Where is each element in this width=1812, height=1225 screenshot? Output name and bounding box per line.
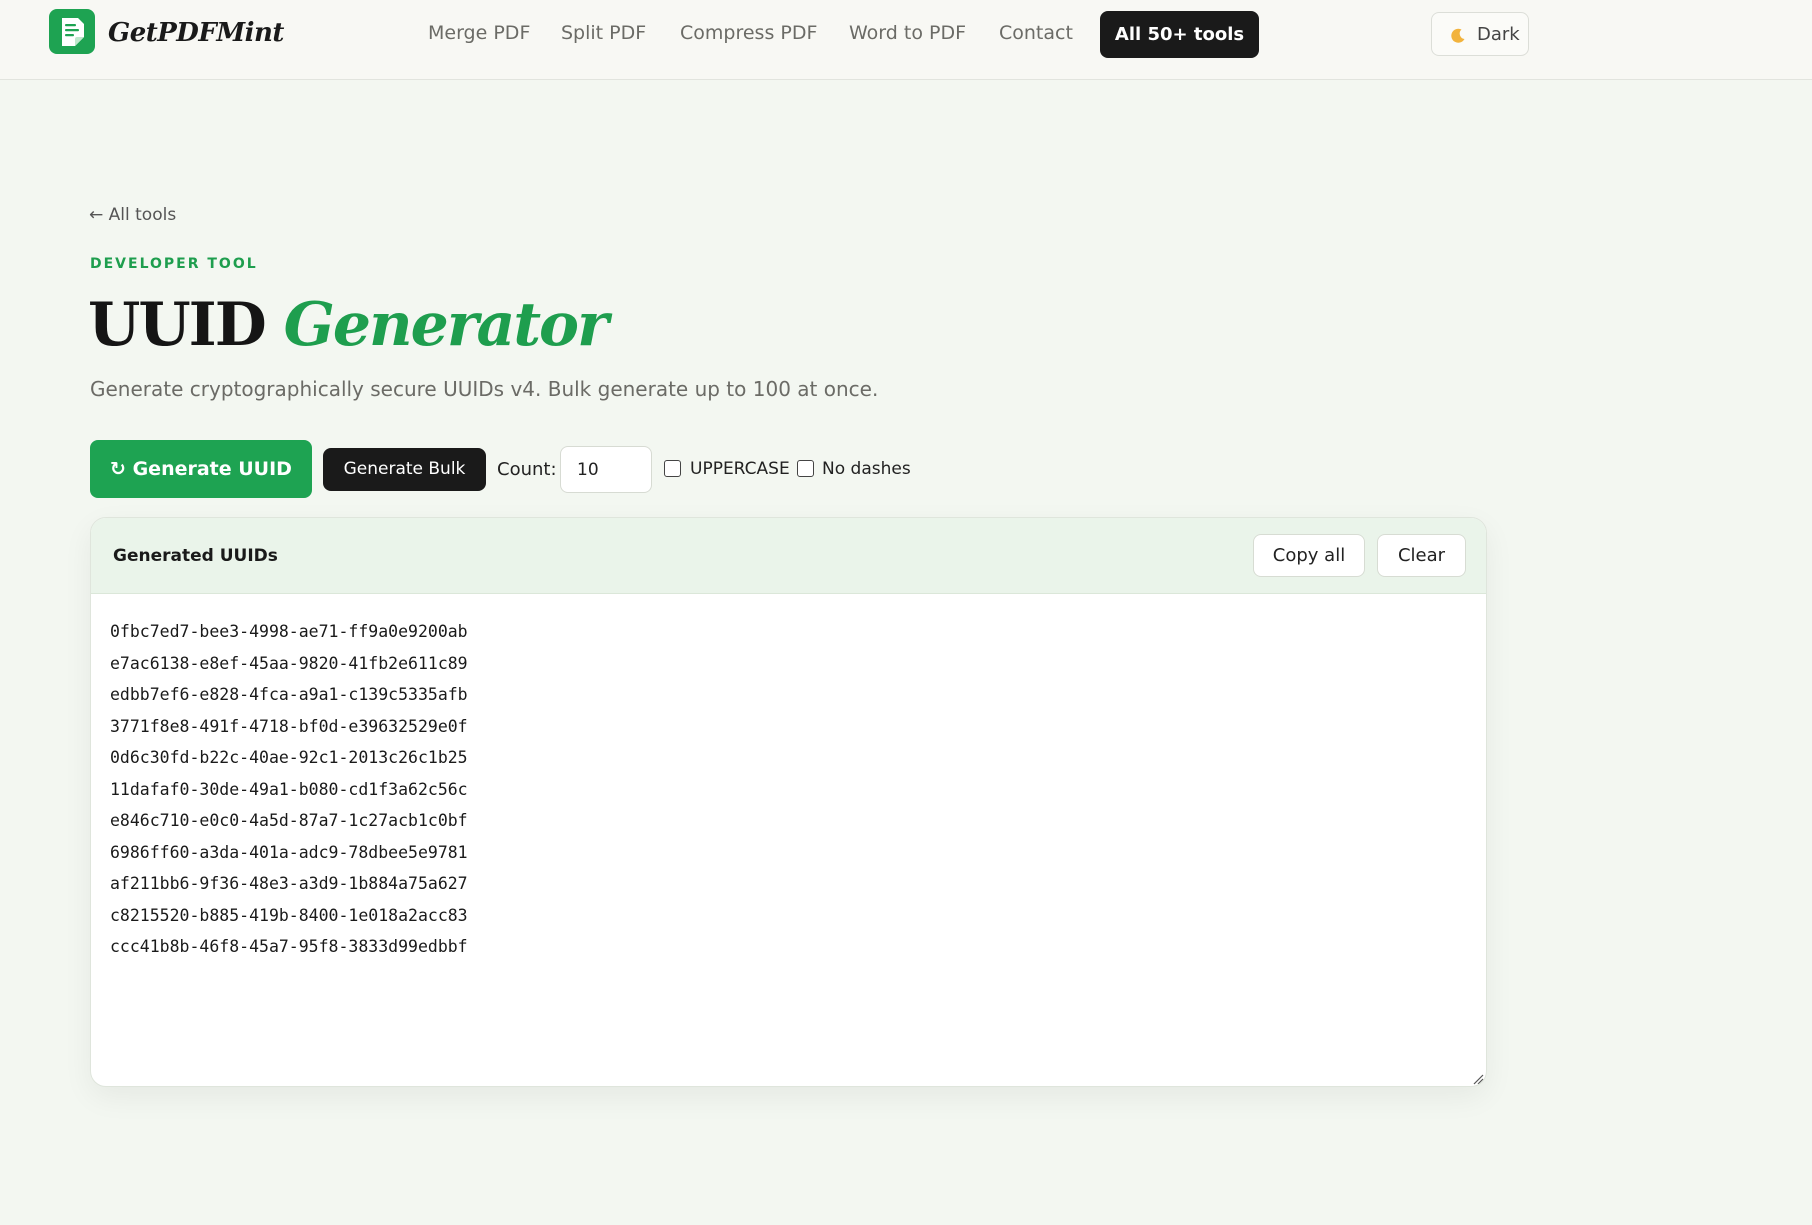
uuid-line: 0d6c30fd-b22c-40ae-92c1-2013c26c1b25 (110, 748, 468, 767)
no-dashes-label[interactable]: No dashes (822, 459, 911, 479)
uuid-line: 3771f8e8-491f-4718-bf0d-e39632529e0f (110, 716, 468, 736)
back-to-all-tools-link[interactable]: ← All tools (89, 205, 176, 225)
panel-title: Generated UUIDs (113, 546, 278, 566)
panel-header: Generated UUIDs Copy all Clear (91, 518, 1486, 594)
title-main: UUID (88, 290, 267, 360)
theme-label: Dark (1477, 24, 1520, 45)
category-eyebrow: DEVELOPER TOOL (90, 256, 258, 272)
no-dashes-checkbox[interactable] (797, 460, 814, 477)
moon-icon (1451, 28, 1465, 43)
nav-compress-pdf[interactable]: Compress PDF (680, 22, 817, 44)
brand-name[interactable]: GetPDFMint (108, 18, 284, 48)
uppercase-checkbox[interactable] (664, 460, 681, 477)
nav-contact[interactable]: Contact (999, 22, 1073, 44)
generate-bulk-button[interactable]: Generate Bulk (323, 448, 486, 491)
count-label: Count: (497, 459, 557, 480)
title-accent: Generator (283, 290, 609, 360)
uuid-line: 6986ff60-a3da-401a-adc9-78dbee5e9781 (110, 842, 468, 862)
uuid-line: e7ac6138-e8ef-45aa-9820-41fb2e611c89 (110, 653, 468, 673)
page-title: UUID Generator (88, 290, 609, 360)
uuid-line: 11dafaf0-30de-49a1-b080-cd1f3a62c56c (110, 779, 468, 799)
uuid-line: ccc41b8b-46f8-45a7-95f8-3833d99edbbf (110, 937, 468, 956)
uuid-output-panel: Generated UUIDs Copy all Clear 0fbc7ed7-… (90, 517, 1487, 1087)
nav-split-pdf[interactable]: Split PDF (561, 22, 646, 44)
uuid-line: 0fbc7ed7-bee3-4998-ae71-ff9a0e9200ab (110, 622, 468, 641)
copy-all-button[interactable]: Copy all (1253, 534, 1365, 577)
resize-handle-icon[interactable] (1472, 1073, 1484, 1085)
generate-uuid-button[interactable]: ↻ Generate UUID (90, 440, 312, 498)
uppercase-label[interactable]: UPPERCASE (690, 459, 790, 479)
page-subtitle: Generate cryptographically secure UUIDs … (90, 377, 879, 401)
logo-icon[interactable] (49, 9, 95, 54)
uuid-line: af211bb6-9f36-48e3-a3d9-1b884a75a627 (110, 874, 468, 893)
count-input[interactable] (560, 446, 652, 493)
uuid-line: e846c710-e0c0-4a5d-87a7-1c27acb1c0bf (110, 811, 468, 830)
nav-merge-pdf[interactable]: Merge PDF (428, 22, 530, 44)
all-tools-button[interactable]: All 50+ tools (1100, 11, 1259, 58)
clear-button[interactable]: Clear (1377, 534, 1466, 577)
site-header: GetPDFMint Merge PDF Split PDF Compress … (0, 0, 1812, 80)
uuid-output-textarea[interactable]: 0fbc7ed7-bee3-4998-ae71-ff9a0e9200ab e7a… (91, 595, 1486, 1086)
uuid-line: c8215520-b885-419b-8400-1e018a2acc83 (110, 905, 468, 925)
uuid-line: edbb7ef6-e828-4fca-a9a1-c139c5335afb (110, 685, 468, 704)
dark-mode-toggle[interactable]: Dark (1431, 12, 1529, 56)
nav-word-to-pdf[interactable]: Word to PDF (849, 22, 966, 44)
